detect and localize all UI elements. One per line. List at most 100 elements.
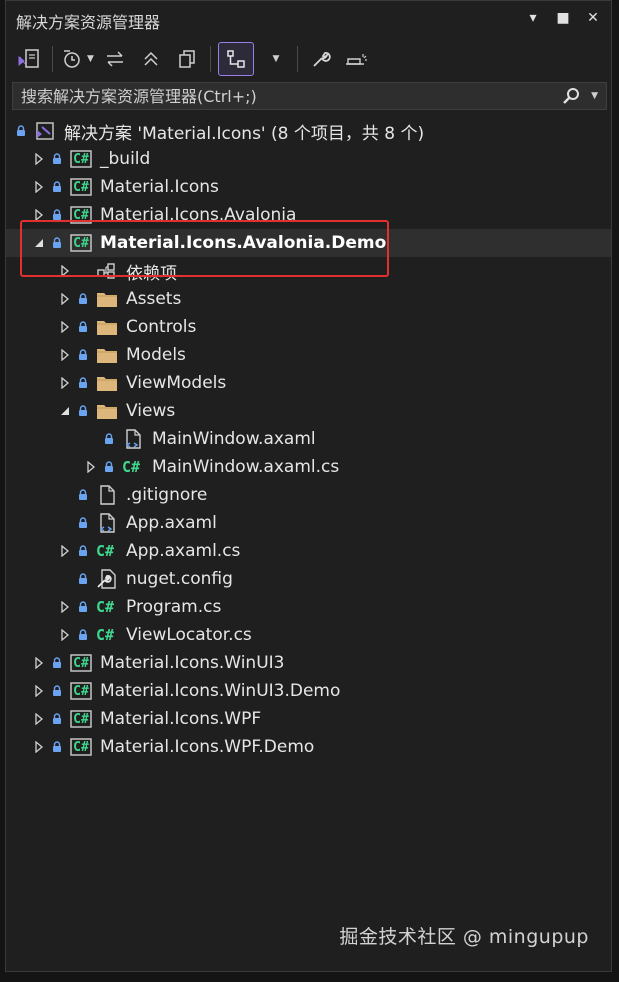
tree-item-label: Views — [126, 401, 176, 421]
csharp-label: C# — [96, 626, 115, 644]
expand-arrow-icon[interactable] — [58, 264, 72, 278]
folder-icon — [96, 401, 118, 421]
expand-arrow-icon[interactable] — [32, 656, 46, 670]
tree-item[interactable]: C# Material.Icons.WinUI3.Demo — [6, 677, 611, 705]
tree-item[interactable]: Assets — [6, 285, 611, 313]
csharp-label: C# — [73, 236, 89, 251]
tree-item[interactable]: C# MainWindow.axaml.cs — [6, 453, 611, 481]
lock-icon — [78, 405, 90, 417]
expand-arrow-icon[interactable] — [58, 348, 72, 362]
tree-item-label: ViewLocator.cs — [126, 625, 252, 645]
expand-arrow-icon[interactable] — [32, 208, 46, 222]
tree-item-label: Models — [126, 345, 186, 365]
toolbar-separator — [209, 46, 211, 72]
maximize-button[interactable]: ■ — [553, 7, 573, 29]
clock-filter-icon — [64, 50, 80, 68]
expand-arrow-icon[interactable] — [58, 292, 72, 306]
tree-item-label: nuget.config — [126, 569, 233, 589]
tree-item[interactable]: MainWindow.axaml — [6, 425, 611, 453]
solution-node[interactable]: 解决方案 'Material.Icons' (8 个项目，共 8 个) — [6, 117, 611, 145]
tree-item[interactable]: C# Material.Icons.Avalonia — [6, 201, 611, 229]
collapse-arrow-icon[interactable] — [32, 236, 46, 250]
wrench-icon — [313, 52, 331, 67]
csharp-file-icon: C# — [96, 597, 118, 617]
tree-item[interactable]: C# Material.Icons — [6, 173, 611, 201]
expand-arrow-icon[interactable] — [32, 180, 46, 194]
expand-arrow-icon[interactable] — [58, 544, 72, 558]
lock-icon — [52, 237, 64, 249]
toolbar-separator — [52, 46, 53, 72]
expand-arrow-icon[interactable] — [84, 460, 98, 474]
properties-button[interactable] — [306, 43, 336, 75]
expand-arrow-icon[interactable] — [58, 600, 72, 614]
xaml-file-icon — [96, 513, 118, 533]
expand-arrow-icon[interactable] — [32, 712, 46, 726]
close-button[interactable]: ✕ — [583, 7, 603, 29]
tree-item[interactable]: nuget.config — [6, 565, 611, 593]
title-bar: 解决方案资源管理器 ▾ ■ ✕ — [6, 1, 611, 37]
tree-item[interactable]: Models — [6, 341, 611, 369]
tree-item[interactable]: C# Material.Icons.WPF — [6, 705, 611, 733]
sync-arrows-icon — [106, 51, 123, 67]
lock-icon — [78, 573, 90, 585]
csharp-project-icon: C# — [70, 177, 92, 197]
switch-views-button[interactable] — [14, 43, 44, 75]
tree-item[interactable]: C# Material.Icons.Avalonia.Demo — [6, 229, 611, 257]
config-file-icon — [96, 569, 118, 589]
tree-item-label: Material.Icons.Avalonia — [100, 205, 297, 225]
expand-arrow-icon[interactable] — [58, 376, 72, 390]
csharp-label: C# — [73, 180, 89, 195]
search-options-chevron-down-icon[interactable]: ▼ — [591, 91, 598, 101]
lock-icon — [78, 377, 90, 389]
preview-selected-items-button[interactable] — [342, 43, 372, 75]
show-all-files-button[interactable] — [172, 43, 202, 75]
folder-icon — [96, 317, 118, 337]
window-controls: ▾ ■ ✕ — [523, 7, 603, 29]
expand-arrow-icon[interactable] — [32, 684, 46, 698]
lock-icon — [78, 321, 90, 333]
tree-item[interactable]: C# Material.Icons.WinUI3 — [6, 649, 611, 677]
csharp-file-icon: C# — [122, 457, 144, 477]
tree-item[interactable]: .gitignore — [6, 481, 611, 509]
collapse-all-button[interactable] — [136, 43, 166, 75]
lock-icon — [52, 657, 64, 669]
expand-arrow-icon[interactable] — [58, 320, 72, 334]
chevron-down-icon: ▼ — [272, 54, 280, 64]
csharp-label: C# — [73, 208, 89, 223]
lock-icon — [78, 601, 90, 613]
expand-arrow-icon[interactable] — [32, 740, 46, 754]
pending-changes-filter-button[interactable]: ▼ — [61, 43, 94, 75]
tree-item[interactable]: Controls — [6, 313, 611, 341]
tree-item[interactable]: C# Material.Icons.WPF.Demo — [6, 733, 611, 761]
window-title: 解决方案资源管理器 — [16, 13, 161, 32]
sync-with-active-document-button[interactable] — [100, 43, 130, 75]
folder-icon — [96, 373, 118, 393]
expand-arrow-icon[interactable] — [58, 628, 72, 642]
tree-item[interactable]: C# ViewLocator.cs — [6, 621, 611, 649]
tree-item[interactable]: C# Program.cs — [6, 593, 611, 621]
search-input[interactable] — [13, 82, 562, 110]
window-options-dropdown-button[interactable]: ▾ — [523, 7, 543, 29]
collapse-arrow-icon[interactable] — [58, 404, 72, 418]
tree-item[interactable]: 依赖项 — [6, 257, 611, 285]
track-active-item-button[interactable] — [217, 42, 254, 76]
expand-arrow-icon[interactable] — [32, 152, 46, 166]
view-options-dropdown-button[interactable]: ▼ — [259, 43, 289, 75]
tree-item[interactable]: App.axaml — [6, 509, 611, 537]
dependencies-icon — [96, 261, 118, 281]
csharp-label: C# — [96, 598, 115, 616]
tree-item[interactable]: ViewModels — [6, 369, 611, 397]
lock-icon — [104, 433, 116, 445]
xaml-file-icon — [122, 429, 144, 449]
tree-item[interactable]: C# App.axaml.cs — [6, 537, 611, 565]
csharp-project-icon: C# — [70, 709, 92, 729]
folder-icon — [96, 289, 118, 309]
csharp-project-icon: C# — [70, 205, 92, 225]
lock-icon — [78, 349, 90, 361]
tree-item[interactable]: C# _build — [6, 145, 611, 173]
tree-item[interactable]: Views — [6, 397, 611, 425]
search-icon[interactable] — [561, 86, 581, 106]
